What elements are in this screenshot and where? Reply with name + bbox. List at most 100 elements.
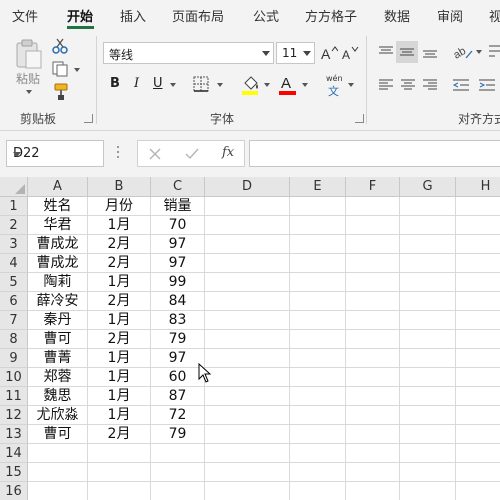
grid-cell[interactable]: 84 (151, 292, 205, 311)
grid-cell[interactable]: 1月 (88, 387, 151, 406)
grid-cell[interactable] (205, 406, 290, 425)
grid-cell[interactable]: 70 (151, 216, 205, 235)
column-header-f[interactable]: F (346, 177, 400, 197)
underline-dropdown-icon[interactable] (170, 83, 176, 87)
row-header[interactable]: 4 (0, 254, 28, 273)
tab-fangfang[interactable]: 方方格子 (305, 6, 357, 25)
grid-cell[interactable]: 2月 (88, 235, 151, 254)
grid-cell[interactable]: 79 (151, 330, 205, 349)
grid-cell[interactable]: 97 (151, 254, 205, 273)
grid-cell[interactable] (205, 463, 290, 482)
grid-cell[interactable] (400, 197, 456, 216)
align-middle-button[interactable] (396, 41, 418, 63)
grid-cell[interactable] (205, 216, 290, 235)
row-header[interactable]: 9 (0, 349, 28, 368)
grid-cell[interactable]: 魏思 (28, 387, 88, 406)
column-header-a[interactable]: A (28, 177, 88, 197)
grid-cell[interactable] (151, 463, 205, 482)
grid-cell[interactable] (456, 292, 500, 311)
grid-cell[interactable] (456, 349, 500, 368)
wrap-text-icon[interactable] (488, 43, 500, 61)
increase-indent-icon[interactable] (478, 77, 496, 93)
formula-input[interactable] (249, 140, 500, 167)
grid-cell[interactable]: 曹可 (28, 425, 88, 444)
grid-cell[interactable]: 99 (151, 273, 205, 292)
grid-cell[interactable] (456, 425, 500, 444)
row-header[interactable]: 6 (0, 292, 28, 311)
grid-cell[interactable] (205, 387, 290, 406)
row-header[interactable]: 10 (0, 368, 28, 387)
grid-cell[interactable] (346, 311, 400, 330)
underline-button[interactable]: U (153, 76, 163, 91)
enter-check-icon[interactable] (184, 147, 200, 161)
grid-cell[interactable] (205, 273, 290, 292)
font-color-icon[interactable]: A (278, 73, 298, 96)
grid-cell[interactable]: 1月 (88, 273, 151, 292)
grid-cell[interactable] (346, 406, 400, 425)
grid-cell[interactable] (400, 216, 456, 235)
paste-label[interactable]: 粘贴 (16, 70, 40, 87)
borders-dropdown-icon[interactable] (217, 83, 223, 87)
grid-cell[interactable]: 尤欣淼 (28, 406, 88, 425)
grid-cell[interactable]: 1月 (88, 311, 151, 330)
grid-cell[interactable]: 姓名 (28, 197, 88, 216)
tab-review[interactable]: 审阅 (437, 6, 463, 25)
grid-cell[interactable] (456, 235, 500, 254)
grid-cell[interactable]: 薛冷安 (28, 292, 88, 311)
grid-cell[interactable] (456, 444, 500, 463)
grid-cell[interactable] (205, 292, 290, 311)
grid-cell[interactable] (290, 444, 346, 463)
row-header[interactable]: 8 (0, 330, 28, 349)
decrease-indent-icon[interactable] (452, 77, 470, 93)
font-color-dropdown-icon[interactable] (302, 83, 308, 87)
grid-cell[interactable] (456, 387, 500, 406)
grid-cell[interactable] (400, 387, 456, 406)
clipboard-launcher-icon[interactable] (84, 114, 93, 123)
align-bottom-icon[interactable] (422, 44, 438, 60)
grid-cell[interactable] (28, 444, 88, 463)
grid-cell[interactable] (456, 406, 500, 425)
grid-cell[interactable] (205, 254, 290, 273)
borders-icon[interactable] (193, 76, 209, 92)
grid-cell[interactable]: 60 (151, 368, 205, 387)
align-right-icon[interactable] (422, 77, 438, 93)
grid-cell[interactable] (346, 368, 400, 387)
grid-cell[interactable] (346, 482, 400, 500)
grid-cell[interactable] (346, 425, 400, 444)
grid-cell[interactable]: 郑蓉 (28, 368, 88, 387)
name-box[interactable]: D22 (6, 140, 104, 167)
grid-cell[interactable] (205, 425, 290, 444)
grid-cell[interactable]: 华君 (28, 216, 88, 235)
column-header-h[interactable]: H (456, 177, 500, 197)
row-header[interactable]: 16 (0, 482, 28, 500)
grid-cell[interactable] (205, 444, 290, 463)
select-all-button[interactable] (0, 177, 28, 197)
grid-cell[interactable] (205, 482, 290, 500)
grid-cell[interactable] (456, 254, 500, 273)
grid-cell[interactable] (400, 482, 456, 500)
column-header-g[interactable]: G (400, 177, 456, 197)
row-header[interactable]: 7 (0, 311, 28, 330)
grid-cell[interactable] (205, 330, 290, 349)
grid-cell[interactable] (290, 406, 346, 425)
grid-cell[interactable]: 陶莉 (28, 273, 88, 292)
grid-cell[interactable] (456, 368, 500, 387)
tab-home[interactable]: 开始 (67, 6, 93, 25)
grid-cell[interactable]: 2月 (88, 254, 151, 273)
grid-cell[interactable]: 79 (151, 425, 205, 444)
decrease-font-size-icon[interactable]: A (341, 44, 359, 62)
grid-cell[interactable] (346, 273, 400, 292)
grid-cell[interactable]: 2月 (88, 425, 151, 444)
grid-cell[interactable] (400, 425, 456, 444)
grid-cell[interactable] (400, 235, 456, 254)
grid-cell[interactable] (400, 273, 456, 292)
grid-cell[interactable] (346, 254, 400, 273)
grid-cell[interactable]: 曹菁 (28, 349, 88, 368)
grid-cell[interactable]: 秦丹 (28, 311, 88, 330)
grid-cell[interactable] (290, 425, 346, 444)
tab-file[interactable]: 文件 (12, 6, 38, 25)
paste-icon[interactable] (14, 38, 44, 70)
grid-cell[interactable] (346, 235, 400, 254)
grid-cell[interactable] (400, 444, 456, 463)
orientation-icon[interactable]: ab (452, 42, 474, 62)
